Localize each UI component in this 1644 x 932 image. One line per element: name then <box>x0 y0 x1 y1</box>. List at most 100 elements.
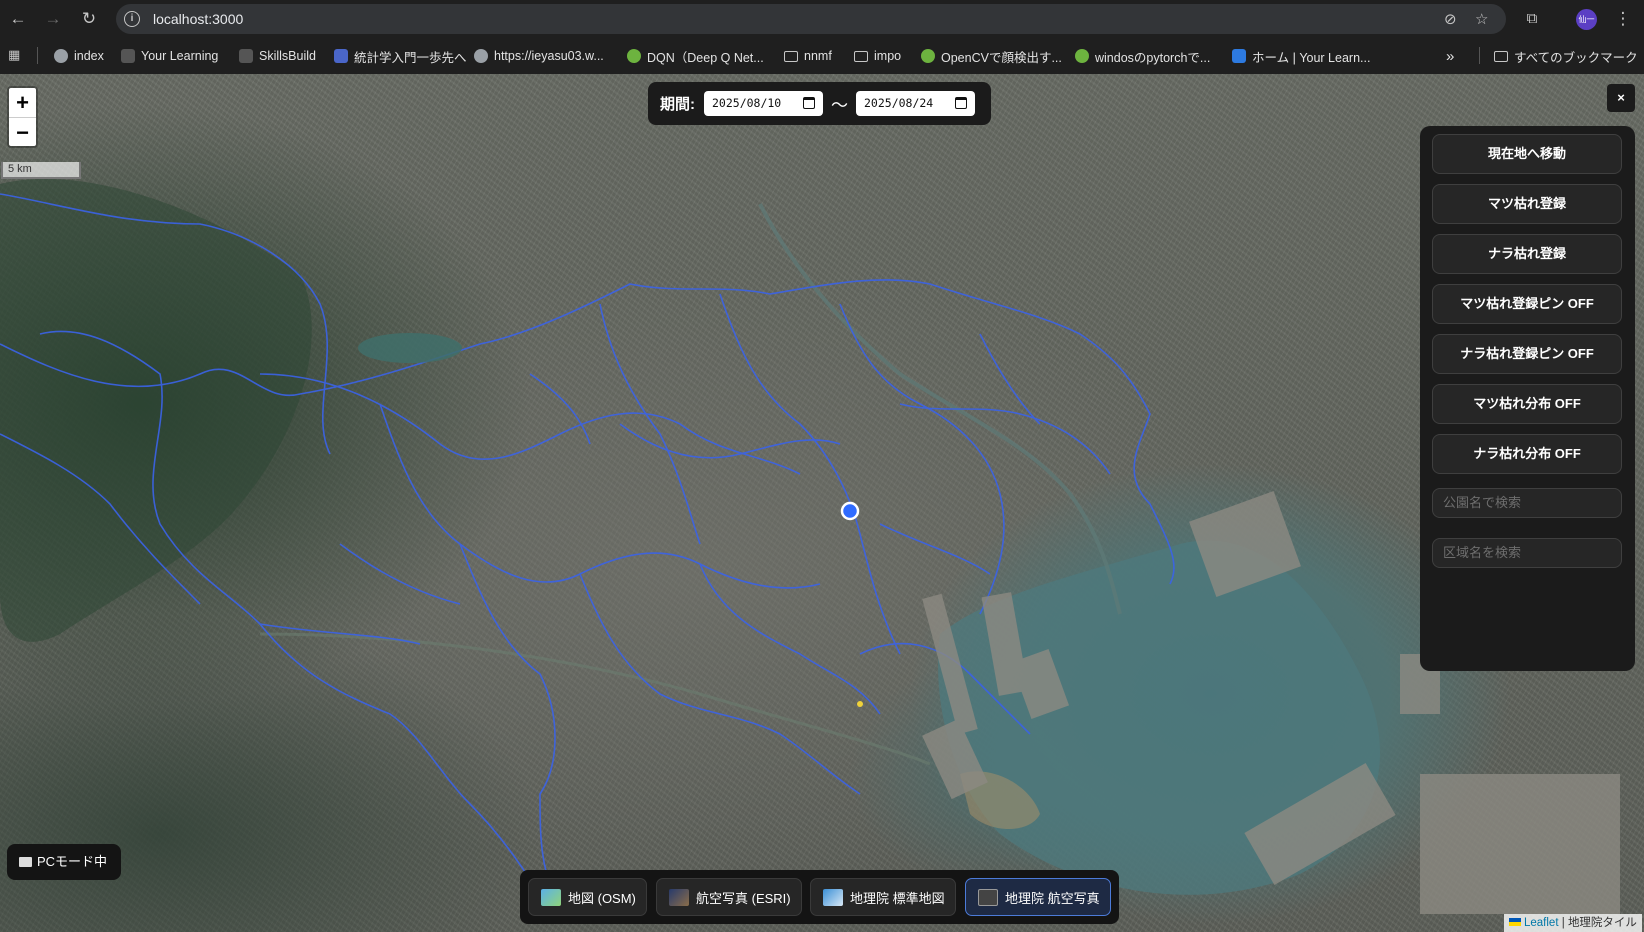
river <box>259 632 931 766</box>
map-icon <box>541 888 561 906</box>
standard-map-icon <box>823 888 843 906</box>
folder-icon <box>784 50 798 62</box>
blue-logo-icon <box>334 49 348 63</box>
close-panel-button[interactable]: × <box>1607 84 1635 112</box>
bookmark-label: すべてのブックマーク <box>1514 50 1638 65</box>
globe-icon <box>474 49 488 63</box>
divider <box>37 47 38 64</box>
bookmark-item[interactable]: windosのpytorchで... <box>1075 46 1210 66</box>
oak-wilt-pins-toggle[interactable]: ナラ枯れ登録ピン OFF <box>1432 334 1622 374</box>
layer-gsi-photo-button[interactable]: 地理院 航空写真 <box>965 878 1111 916</box>
reload-icon[interactable]: ↻ <box>76 6 102 32</box>
bookmark-item[interactable]: Your Learning <box>121 46 218 66</box>
current-location-marker[interactable] <box>840 501 860 521</box>
zoom-control: + − <box>7 86 38 148</box>
bookmark-folder[interactable]: nnmf <box>784 46 832 66</box>
ibm-icon <box>121 49 135 63</box>
pc-mode-label: PCモード中 <box>37 854 108 869</box>
register-oak-wilt-button[interactable]: ナラ枯れ登録 <box>1432 234 1622 274</box>
layer-gsi-standard-button[interactable]: 地理院 標準地図 <box>810 878 956 916</box>
bookmark-label: Your Learning <box>141 49 219 63</box>
more-bookmarks-icon[interactable]: » <box>1446 46 1454 66</box>
zoom-out-button[interactable]: − <box>9 117 36 146</box>
end-date-input[interactable]: 2025/08/24 <box>856 91 975 116</box>
address-bar[interactable]: i localhost:3000 ⊘ ☆ <box>116 4 1506 34</box>
pine-wilt-pins-toggle[interactable]: マツ枯れ登録ピン OFF <box>1432 284 1622 324</box>
qiita-icon <box>1075 49 1089 63</box>
layer-osm-button[interactable]: 地図 (OSM) <box>528 878 647 916</box>
eye-off-icon[interactable]: ⊘ <box>1444 10 1457 28</box>
extensions-icon[interactable]: ⧉ <box>1519 6 1545 32</box>
back-icon[interactable]: ← <box>5 6 31 32</box>
bookmark-label: nnmf <box>804 49 832 63</box>
scale-bar: 5 km <box>1 162 81 179</box>
apps-grid-icon[interactable]: ▦ <box>8 47 24 63</box>
layer-label: 地理院 標準地図 <box>850 890 945 906</box>
bookmark-label: index <box>74 49 104 63</box>
bookmark-item[interactable]: 統計学入門一歩先へ <box>334 46 467 66</box>
pine-wilt-distribution-toggle[interactable]: マツ枯れ分布 OFF <box>1432 384 1622 424</box>
start-date-input[interactable]: 2025/08/10 <box>704 91 823 116</box>
bookmark-folder[interactable]: impo <box>854 46 901 66</box>
attribution-separator: | <box>1561 917 1565 929</box>
attribution-source: 地理院タイル <box>1567 917 1637 929</box>
leaflet-link[interactable]: Leaflet <box>1524 917 1559 929</box>
bookmark-item[interactable]: ホーム | Your Learn... <box>1232 46 1370 66</box>
url-text[interactable]: localhost:3000 <box>153 11 243 27</box>
calendar-icon[interactable] <box>955 97 967 109</box>
bookmark-item[interactable]: SkillsBuild <box>239 46 316 66</box>
control-panel: 現在地へ移動 マツ枯れ登録 ナラ枯れ登録 マツ枯れ登録ピン OFF ナラ枯れ登録… <box>1420 126 1635 671</box>
bookmark-label: https://ieyasu03.w... <box>494 49 604 63</box>
map-overlay <box>0 178 1620 914</box>
ward-search-input[interactable]: 区域名を検索 <box>1432 538 1622 568</box>
site-info-icon[interactable]: i <box>124 11 140 27</box>
camera-icon <box>978 888 998 906</box>
all-bookmarks-folder[interactable]: すべてのブックマーク <box>1494 46 1638 66</box>
period-separator: 〜 <box>831 96 848 115</box>
pc-mode-badge[interactable]: PCモード中 <box>7 844 121 880</box>
star-icon[interactable]: ☆ <box>1475 10 1488 28</box>
forward-icon[interactable]: → <box>40 6 66 32</box>
layer-label: 地理院 航空写真 <box>1005 890 1100 906</box>
layer-esri-button[interactable]: 航空写真 (ESRI) <box>656 878 802 916</box>
menu-icon[interactable]: ⋮ <box>1610 6 1636 32</box>
bookmark-item[interactable]: OpenCVで顔検出す... <box>921 46 1062 66</box>
bookmark-label: 統計学入門一歩先へ <box>354 50 467 65</box>
divider <box>1479 47 1480 64</box>
bookmark-item[interactable]: DQN（Deep Q Net... <box>627 46 764 66</box>
bookmark-label: ホーム | Your Learn... <box>1252 50 1371 65</box>
satellite-icon <box>669 888 689 906</box>
move-to-current-location-button[interactable]: 現在地へ移動 <box>1432 134 1622 174</box>
learn-icon <box>1232 49 1246 63</box>
bookmark-label: windosのpytorchで... <box>1095 50 1211 65</box>
bookmark-label: impo <box>874 49 902 63</box>
start-date-value: 2025/08/10 <box>712 96 782 110</box>
distribution-point[interactable] <box>857 701 863 707</box>
calendar-icon[interactable] <box>803 97 815 109</box>
bookmark-item[interactable]: index <box>54 46 104 66</box>
globe-icon <box>54 49 68 63</box>
attribution: Leaflet | 地理院タイル <box>1504 914 1642 932</box>
oak-wilt-distribution-toggle[interactable]: ナラ枯れ分布 OFF <box>1432 434 1622 474</box>
laptop-icon <box>19 857 32 867</box>
bookmark-item[interactable]: https://ieyasu03.w... <box>474 46 604 66</box>
zoom-in-button[interactable]: + <box>9 88 36 117</box>
bookmark-label: OpenCVで顔検出す... <box>941 50 1062 65</box>
bookmark-label: SkillsBuild <box>259 49 316 63</box>
profile-avatar[interactable]: 仙一 <box>1576 9 1597 30</box>
qiita-icon <box>921 49 935 63</box>
period-filter: 期間: 2025/08/10 〜 2025/08/24 <box>648 82 991 125</box>
bookmark-label: DQN（Deep Q Net... <box>647 50 764 65</box>
ukraine-flag-icon <box>1509 918 1521 926</box>
park-search-input[interactable]: 公園名で検索 <box>1432 488 1622 518</box>
bookmarks-bar: ▦ index Your Learning SkillsBuild 統計学入門一… <box>0 37 1644 74</box>
layer-label: 航空写真 (ESRI) <box>696 890 791 906</box>
folder-icon <box>1494 50 1508 62</box>
period-label: 期間: <box>660 96 695 113</box>
browser-toolbar: ← → ↻ i localhost:3000 ⊘ ☆ ⧉ 仙一 ⋮ <box>0 0 1644 37</box>
folder-icon <box>854 50 868 62</box>
map-view[interactable]: + − 5 km 期間: 2025/08/10 〜 2025/08/24 × 現… <box>0 74 1644 932</box>
register-pine-wilt-button[interactable]: マツ枯れ登録 <box>1432 184 1622 224</box>
skillsbuild-icon <box>239 49 253 63</box>
base-layer-switcher: 地図 (OSM) 航空写真 (ESRI) 地理院 標準地図 地理院 航空写真 <box>520 870 1119 924</box>
